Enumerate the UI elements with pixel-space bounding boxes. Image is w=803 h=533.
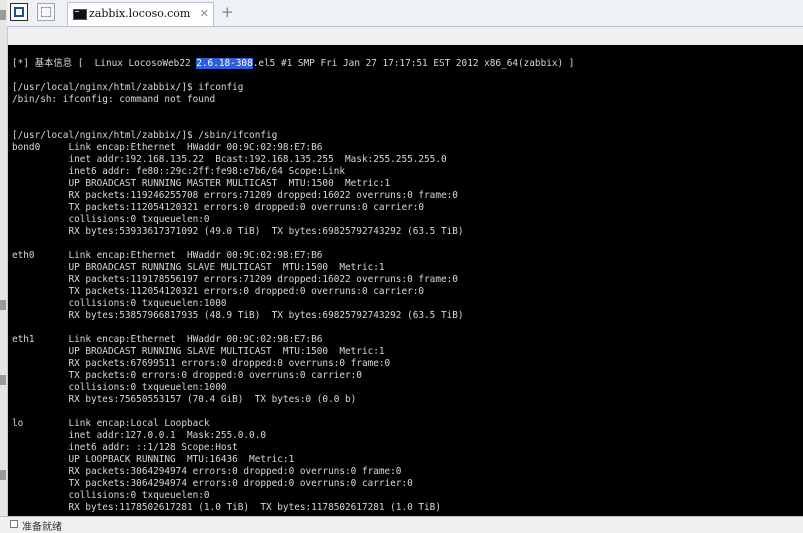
tab-bar: zabbix.locoso.com ✕ + [7,0,803,27]
terminal-icon [73,9,87,20]
terminal-line: RX bytes:1178502617281 (1.0 TiB) TX byte… [12,502,441,513]
terminal-line: UP BROADCAST RUNNING SLAVE MULTICAST MTU… [12,262,385,273]
terminal-line: RX packets:119246255708 errors:71209 dro… [12,190,458,201]
new-tab-button[interactable]: + [221,3,234,21]
terminal-line: collisions:0 txqueuelen:1000 [12,382,227,393]
edge-marker [0,10,6,20]
edge-marker [0,300,6,310]
terminal-line: UP BROADCAST RUNNING MASTER MULTICAST MT… [12,178,391,189]
terminal-banner: [*] 基本信息 [ Linux LocosoWeb22 2.6.18-308.… [12,58,574,70]
terminal-line: inet addr:192.168.135.22 Bcast:192.168.1… [12,154,447,165]
status-checkbox[interactable] [10,520,18,528]
terminal-line: [/usr/local/nginx/html/zabbix/]$ /sbin/i… [12,130,278,141]
terminal-line: eth1 Link encap:Ethernet HWaddr 00:9C:02… [12,334,323,345]
terminal-line: bond0 Link encap:Ethernet HWaddr 00:9C:0… [12,142,323,153]
terminal-line: lo Link encap:Local Loopback [12,418,210,429]
banner-prefix: [*] 基本信息 [ Linux LocosoWeb22 [12,58,197,69]
terminal-output[interactable]: [*] 基本信息 [ Linux LocosoWeb22 2.6.18-308.… [8,45,803,516]
left-edge-strip [0,0,8,529]
terminal-line: RX packets:67699511 errors:0 dropped:0 o… [12,358,391,369]
status-bar: 准备就绪 [0,516,803,533]
terminal-line: [/usr/local/nginx/html/zabbix/]$ ifconfi… [12,82,244,93]
banner-suffix: .el5 #1 SMP Fri Jan 27 17:17:51 EST 2012… [252,58,575,69]
terminal-line: RX bytes:53857966817935 (48.9 TiB) TX by… [12,310,464,321]
terminal-line: collisions:0 txqueuelen:1000 [12,298,227,309]
tab-session[interactable]: zabbix.locoso.com ✕ [67,2,214,26]
close-icon[interactable]: ✕ [200,7,209,20]
terminal-line: eth0 Link encap:Ethernet HWaddr 00:9C:02… [12,250,323,261]
terminal-line: UP BROADCAST RUNNING SLAVE MULTICAST MTU… [12,346,385,357]
window-inactive-icon [41,7,51,17]
edge-marker [0,470,6,480]
terminal-line: RX bytes:53933617371092 (49.0 TiB) TX by… [12,226,464,237]
terminal-line: RX packets:3064294974 errors:0 dropped:0… [12,466,402,477]
window-layout-button[interactable] [10,3,28,21]
terminal-line: collisions:0 txqueuelen:0 [12,490,210,501]
terminal-line: TX packets:112054120321 errors:0 dropped… [12,202,425,213]
terminal-line: TX packets:3064294974 errors:0 dropped:0… [12,478,413,489]
terminal-line: RX packets:119178556197 errors:71209 dro… [12,274,458,285]
terminal-line: TX packets:0 errors:0 dropped:0 overruns… [12,370,362,381]
terminal-line: collisions:0 txqueuelen:0 [12,214,210,225]
window-layout-icon [14,7,24,17]
terminal-line: inet6 addr: ::1/128 Scope:Host [12,442,238,453]
terminal-line: UP LOOPBACK RUNNING MTU:16436 Metric:1 [12,454,295,465]
terminal-line: /bin/sh: ifconfig: command not found [12,94,216,105]
window-inactive-button[interactable] [37,3,55,21]
terminal-line: TX packets:112054120321 errors:0 dropped… [12,286,425,297]
status-text: 准备就绪 [22,522,62,533]
banner-selected-text: 2.6.18-308 [196,58,253,69]
terminal-line: inet addr:127.0.0.1 Mask:255.0.0.0 [12,430,266,441]
edge-marker [0,375,6,385]
terminal-line: RX bytes:75650553157 (70.4 GiB) TX bytes… [12,394,357,405]
tab-label: zabbix.locoso.com [89,7,191,20]
terminal-line: inet6 addr: fe80::29c:2ff:fe98:e7b6/64 S… [12,166,346,177]
